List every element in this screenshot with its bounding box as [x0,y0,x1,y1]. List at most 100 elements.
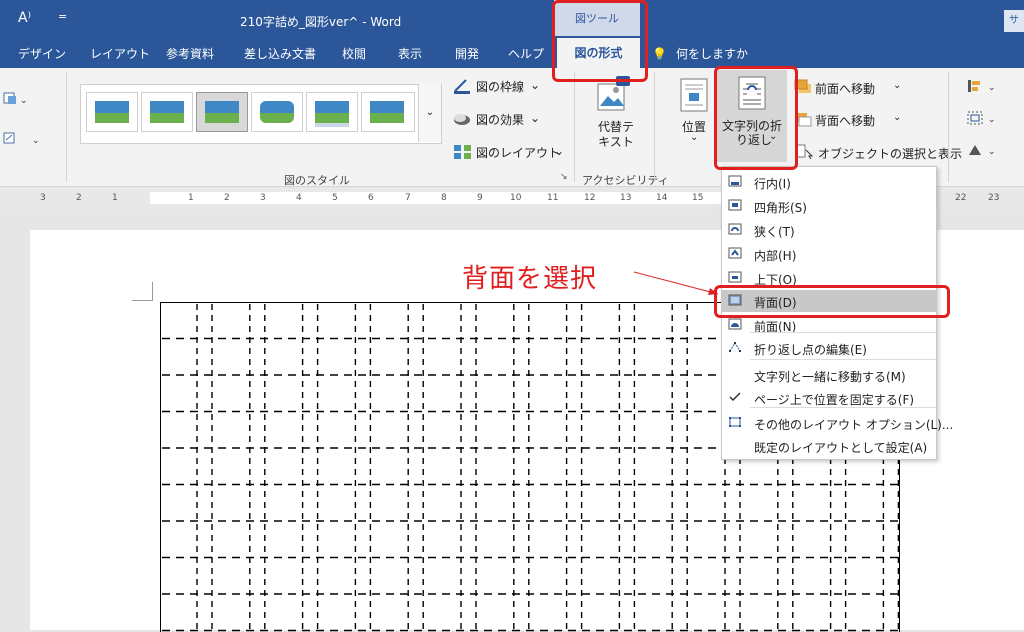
square-icon [728,199,742,211]
svg-text:⌄: ⌄ [988,147,996,157]
chevron-down-icon[interactable]: ⌄ [530,78,540,92]
ruler-number: 12 [584,193,596,203]
edit-wrap-points-icon [728,341,742,353]
send-backward-button[interactable]: 背面へ移動 [815,112,875,129]
svg-text:⌄: ⌄ [988,115,996,125]
tab-design[interactable]: デザイン [18,40,66,68]
bring-forward-button[interactable]: 前面へ移動 [815,80,875,97]
tab-view[interactable]: 表示 [398,40,422,68]
through-icon [728,247,742,259]
menu-separator [750,407,936,408]
tab-layout[interactable]: レイアウト [90,40,150,68]
tab-mailings[interactable]: 差し込み文書 [244,40,316,68]
svg-text:⌄: ⌄ [988,83,996,93]
inline-icon [728,175,742,187]
picture-style-2[interactable] [141,92,193,132]
picture-style-4[interactable] [251,92,303,132]
rotate-icon[interactable]: ⌄ [966,142,1000,161]
position-icon [680,78,708,115]
wrap-text-icon [738,76,766,113]
gallery-more-icon[interactable]: ⌄ [418,84,441,142]
selection-pane-icon [796,144,816,163]
picture-effects-icon [452,111,472,130]
menu-item-label: 既定のレイアウトとして設定(A) [754,441,928,455]
menu-item-2[interactable]: 四角形(S) [722,195,936,217]
menu-item-label: 行内(I) [754,177,791,191]
picture-style-3[interactable] [196,92,248,132]
send-backward-icon [793,111,813,130]
ruler-number: 1 [188,193,194,203]
lightbulb-icon: 💡 [652,47,667,61]
tell-me-search[interactable]: 何をしますか [676,40,748,68]
ruler-number: 15 [692,193,704,203]
menu-item-4[interactable]: 内部(H) [722,243,936,265]
menu-item-6[interactable]: 背面(D) [722,290,936,312]
ruler-number: 3 [260,193,266,203]
margin-corner-mark [132,282,153,301]
bring-forward-icon [793,78,813,97]
layout-options-icon [728,416,742,428]
menu-item-8[interactable]: 折り返し点の編集(E) [722,337,936,359]
chevron-down-icon[interactable]: ⌄ [690,132,698,143]
menu-item-1[interactable]: 行内(I) [722,171,936,193]
menu-item-label: 狭く(T) [754,225,795,239]
menu-item-3[interactable]: 狭く(T) [722,219,936,241]
group-icon[interactable]: ⌄ [966,110,1000,129]
ruler-number: 2 [76,193,82,203]
ruler-number: 14 [656,193,668,203]
tight-icon [728,223,742,235]
tab-help[interactable]: ヘルプ [508,40,544,68]
alt-text-icon [596,76,630,115]
ruler-number: 7 [405,193,411,203]
divider [574,72,575,182]
wrap-text-label-2: り返し [736,133,773,147]
tab-developer[interactable]: 開発 [455,40,479,68]
menu-item-label: その他のレイアウト オプション(L)... [754,418,954,432]
picture-effects-button[interactable]: 図の効果 [476,111,524,128]
ruler-number: 1 [112,193,118,203]
menu-item-11[interactable]: その他のレイアウト オプション(L)... [722,412,953,434]
menu-item-12[interactable]: 既定のレイアウトとして設定(A) [722,435,936,457]
picture-layout-icon [452,143,474,164]
picture-styles-group-label: 図のスタイル [284,174,350,187]
chevron-down-icon[interactable]: ⌄ [893,112,901,123]
menu-item-10[interactable]: ページ上で位置を固定する(F) [722,387,936,409]
ruler-number: 5 [332,193,338,203]
divider [948,72,949,182]
ruler-number: 2 [224,193,230,203]
picture-style-5[interactable] [306,92,358,132]
menu-item-5[interactable]: 上下(O) [722,267,936,289]
picture-style-6[interactable] [361,92,415,132]
in-front-icon [728,318,742,330]
quick-access-dropdown-icon[interactable]: = [58,10,67,23]
chevron-down-icon[interactable]: ⌄ [893,80,901,91]
chevron-down-icon[interactable]: ⌄ [554,144,564,158]
sign-in-button[interactable]: サ [1004,10,1024,32]
annotation-text: 背面を選択 [462,264,598,294]
dialog-launcher-icon[interactable]: ↘ [560,172,568,182]
wrap-text-menu: 行内(I) 四角形(S) 狭く(T) 内部(H) 上下(O) 背面(D) 前面(N) 折り返し… [721,166,953,460]
menu-item-label: 上下(O) [754,273,797,287]
tab-review[interactable]: 校閲 [342,40,366,68]
align-icon[interactable]: ⌄ [966,78,1000,97]
picture-layout-button[interactable]: 図のレイアウト [476,144,560,161]
divider [66,72,67,182]
menu-item-label: 背面(D) [754,296,797,310]
menu-item-label: 四角形(S) [754,201,807,215]
menu-item-9[interactable]: 文字列と一緒に移動する(M) [722,364,936,386]
arrange-stub-icon[interactable]: ⌄ [2,130,42,148]
ruler-number: 9 [477,193,483,203]
autosave-icon[interactable]: A⁾ [18,10,31,26]
tab-references[interactable]: 参考資料 [166,40,214,68]
selection-pane-button[interactable]: オブジェクトの選択と表示 [818,145,962,162]
picture-border-button[interactable]: 図の枠線 [476,78,524,95]
alt-text-button[interactable]: 代替テ キスト [596,120,636,150]
tab-picture-format[interactable]: 図の形式 [557,38,640,68]
accessibility-group-label: アクセシビリティ [582,174,669,187]
divider [654,72,655,182]
picture-style-1[interactable] [86,92,138,132]
ruler-number: 13 [620,193,632,203]
chevron-down-icon[interactable]: ⌄ [530,111,540,125]
adjust-icon[interactable]: ⌄ [2,90,28,108]
ruler-number: 3 [40,193,46,203]
